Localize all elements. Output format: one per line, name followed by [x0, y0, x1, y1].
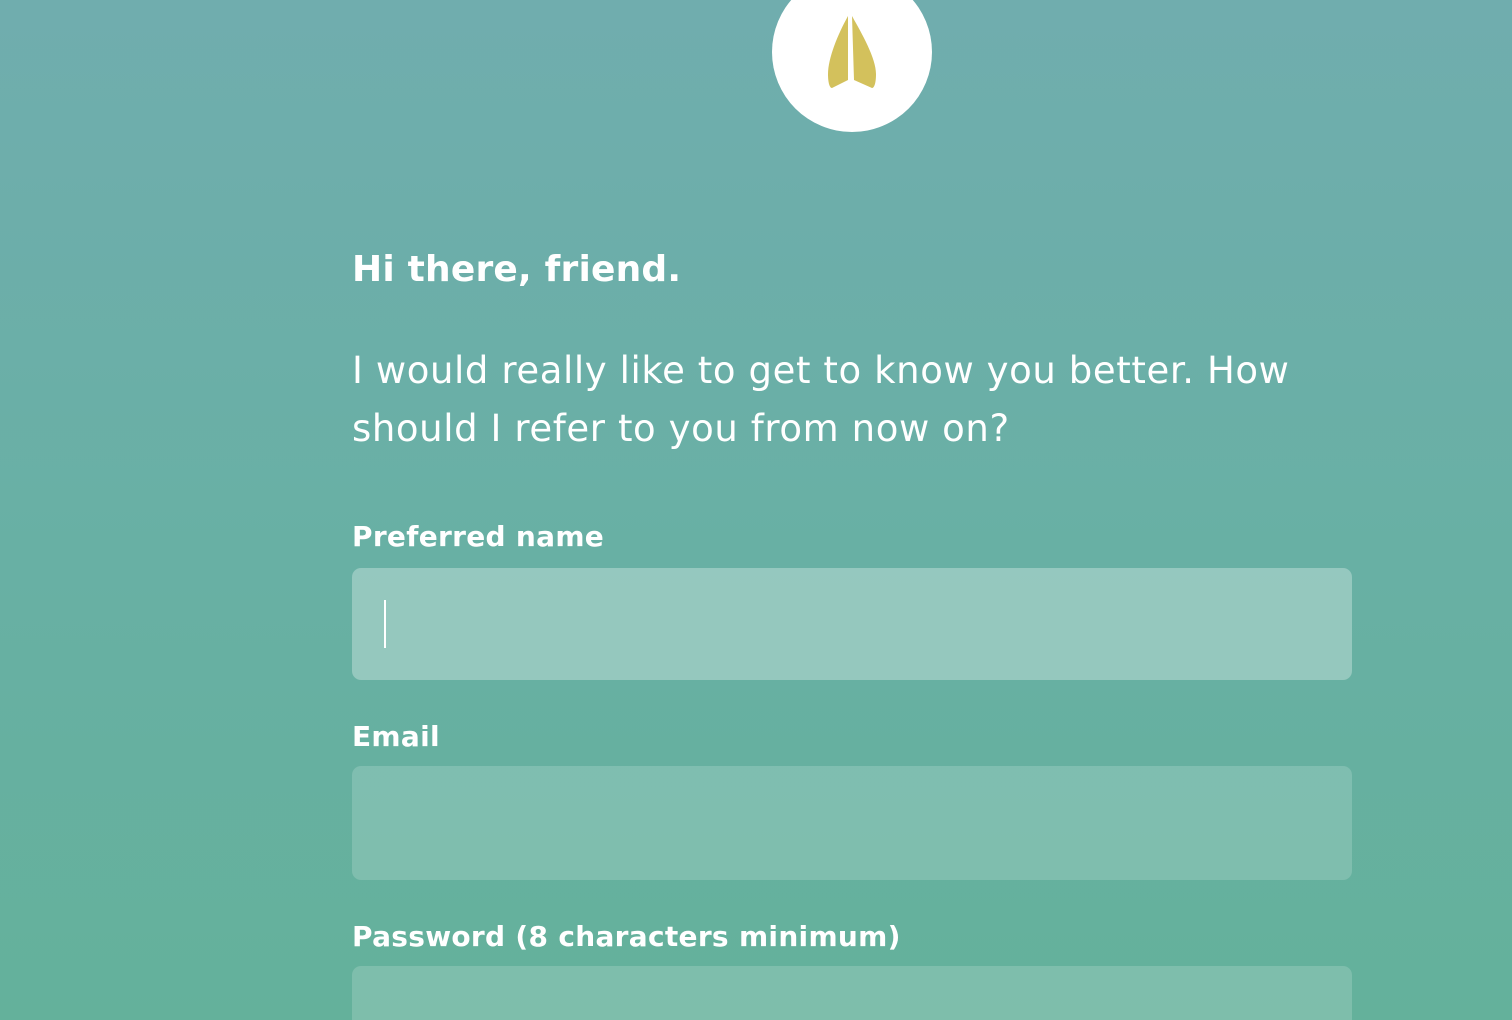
- greeting-heading: Hi there, friend.: [352, 249, 682, 290]
- text-caret: [384, 600, 386, 648]
- password-input[interactable]: [352, 966, 1352, 1020]
- preferred-name-input[interactable]: [352, 568, 1352, 680]
- folded-leaf-icon: [828, 16, 876, 88]
- intro-text: I would really like to get to know you b…: [352, 349, 1290, 450]
- password-label: Password (8 characters minimum): [352, 920, 901, 953]
- email-label: Email: [352, 720, 440, 753]
- preferred-name-label: Preferred name: [352, 520, 605, 553]
- logo-badge: [772, 0, 932, 132]
- email-input[interactable]: [352, 766, 1352, 880]
